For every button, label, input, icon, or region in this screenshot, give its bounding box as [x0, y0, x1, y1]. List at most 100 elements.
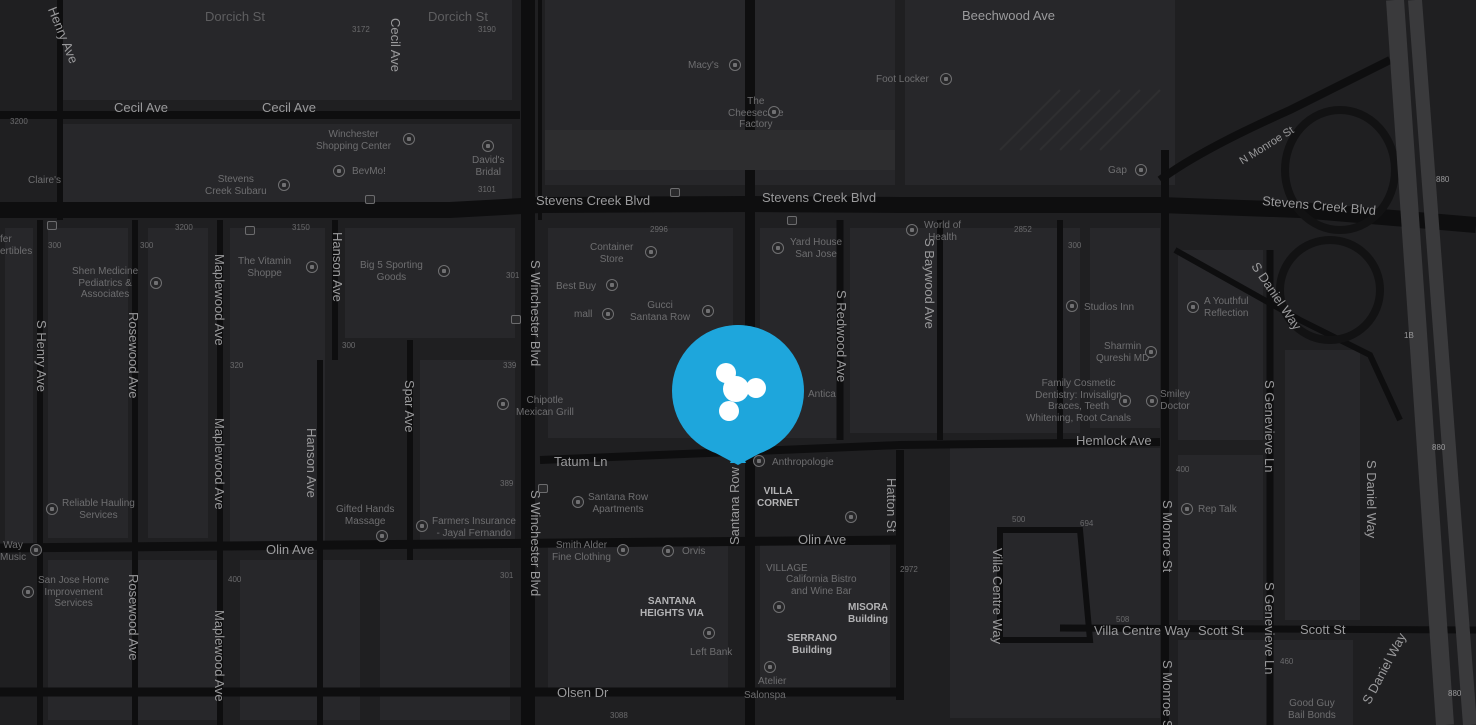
address-number: 3088 — [610, 711, 628, 720]
shopping-icon — [1135, 164, 1147, 176]
place-label: Shen Medicine Pediatrics & Associates — [72, 266, 139, 300]
address-number: 508 — [1116, 615, 1130, 624]
spa-icon — [376, 530, 388, 542]
place-label: Claire's — [28, 175, 62, 186]
address-number: 460 — [1280, 657, 1294, 666]
exit-label: 1B — [1404, 331, 1414, 340]
place-label: mall — [574, 309, 593, 320]
place-label: Gap — [1108, 165, 1127, 176]
street-label: Olin Ave — [266, 542, 315, 557]
address-number: 400 — [1176, 465, 1190, 474]
apartment-icon — [572, 496, 584, 508]
address-number: 389 — [500, 479, 514, 488]
street-label: Cecil Ave — [262, 100, 316, 115]
street-label: Hatton St — [884, 478, 899, 533]
street-label: Cecil Ave — [388, 18, 403, 72]
shopping-icon — [617, 544, 629, 556]
location-pin-icon — [672, 325, 804, 465]
street-label: Scott St — [1198, 623, 1244, 638]
street-label: S Genevieve Ln — [1262, 582, 1277, 675]
street-label: Dorcich St — [205, 9, 265, 24]
place-label: World of Health — [924, 220, 962, 243]
parking-icon — [47, 221, 57, 230]
address-number: 2972 — [900, 565, 918, 574]
parking-icon — [787, 216, 797, 225]
shopping-icon — [306, 261, 318, 273]
street-label: Cecil Ave — [114, 100, 168, 115]
place-label: Good Guy Bail Bonds — [1288, 698, 1336, 721]
medical-icon — [1119, 395, 1131, 407]
place-label: Left Bank — [690, 647, 733, 658]
street-label: Maplewood Ave — [212, 610, 227, 702]
place-label: VILLA CORNET — [757, 486, 800, 509]
street-label: Rosewood Ave — [126, 574, 141, 661]
store-icon — [764, 661, 776, 673]
address-number: 2852 — [1014, 225, 1032, 234]
street-label: S Winchester Blvd — [528, 490, 543, 597]
street-label: Villa Centre Way — [1094, 623, 1191, 638]
street-label: S Monroe St — [1160, 500, 1175, 573]
address-number: 400 — [228, 575, 242, 584]
address-number: 339 — [503, 361, 517, 370]
place-label: Atelier — [758, 676, 787, 687]
place-label: Salonspa — [744, 690, 786, 701]
address-number: 3200 — [175, 223, 193, 232]
shopping-icon — [333, 165, 345, 177]
place-label: Yard House San Jose — [790, 237, 843, 260]
place-label: Gifted Hands Massage — [336, 504, 395, 527]
service-icon — [1181, 503, 1193, 515]
service-icon — [22, 586, 34, 598]
place-label: Way Music — [0, 540, 27, 563]
street-label: S Daniel Way — [1364, 460, 1379, 539]
address-number: 300 — [1068, 241, 1082, 250]
place-label: San Jose Home Improvement Services — [38, 575, 110, 609]
place-label: Family Cosmetic Dentistry: Invisalign Br… — [1026, 378, 1132, 424]
street-label: Rosewood Ave — [126, 312, 141, 399]
street-label: Villa Centre Way — [990, 548, 1005, 645]
place-label: Macy's — [688, 60, 719, 71]
place-label: Studios Inn — [1084, 302, 1135, 313]
place-label: Reliable Hauling Services — [62, 498, 135, 521]
shopping-icon — [403, 133, 415, 145]
address-number: 300 — [342, 341, 356, 350]
restaurant-icon — [768, 106, 780, 118]
address-number: 320 — [230, 361, 244, 370]
place-label: Rep Talk — [1198, 504, 1237, 515]
place-label: Chipotle Mexican Grill — [516, 395, 574, 418]
address-number: 3101 — [478, 185, 496, 194]
street-label: S Baywood Ave — [922, 238, 937, 329]
street-label: Hanson Ave — [304, 428, 319, 498]
street-label: Maplewood Ave — [212, 418, 227, 510]
street-label: Spar Ave — [402, 380, 417, 433]
address-number: 500 — [1012, 515, 1026, 524]
medical-icon — [150, 277, 162, 289]
store-icon — [1187, 301, 1199, 313]
place-label: Gucci Santana Row — [630, 300, 691, 323]
street-label: Beechwood Ave — [962, 8, 1055, 23]
street-label: S Winchester Blvd — [528, 260, 543, 367]
street-label: Olsen Dr — [557, 685, 609, 700]
street-label: Tatum Ln — [554, 454, 608, 469]
street-label: S Monroe St — [1160, 660, 1175, 725]
highway-shield: 880 — [1432, 443, 1446, 452]
address-number: 3172 — [352, 25, 370, 34]
address-number: 3150 — [292, 223, 310, 232]
store-icon — [845, 511, 857, 523]
map-view[interactable]: Dorcich St Dorcich St Beechwood Ave Ceci… — [0, 0, 1476, 725]
street-label: S Redwood Ave — [834, 290, 849, 383]
address-number: 301 — [500, 571, 514, 580]
highway-shield: 880 — [1436, 175, 1450, 184]
place-label: A Youthful Reflection — [1204, 296, 1249, 319]
car-dealer-icon — [278, 179, 290, 191]
street-label: Stevens Creek Blvd — [762, 190, 877, 205]
shopping-icon — [662, 545, 674, 557]
highway-shield: 880 — [1448, 689, 1462, 698]
address-number: 3200 — [10, 117, 28, 126]
place-label: Antica — [808, 389, 836, 400]
street-label: Scott St — [1300, 622, 1346, 637]
parking-icon — [511, 315, 521, 324]
location-pin-marker[interactable] — [672, 325, 804, 465]
restaurant-icon — [773, 601, 785, 613]
parking-icon — [670, 188, 680, 197]
restaurant-icon — [772, 242, 784, 254]
